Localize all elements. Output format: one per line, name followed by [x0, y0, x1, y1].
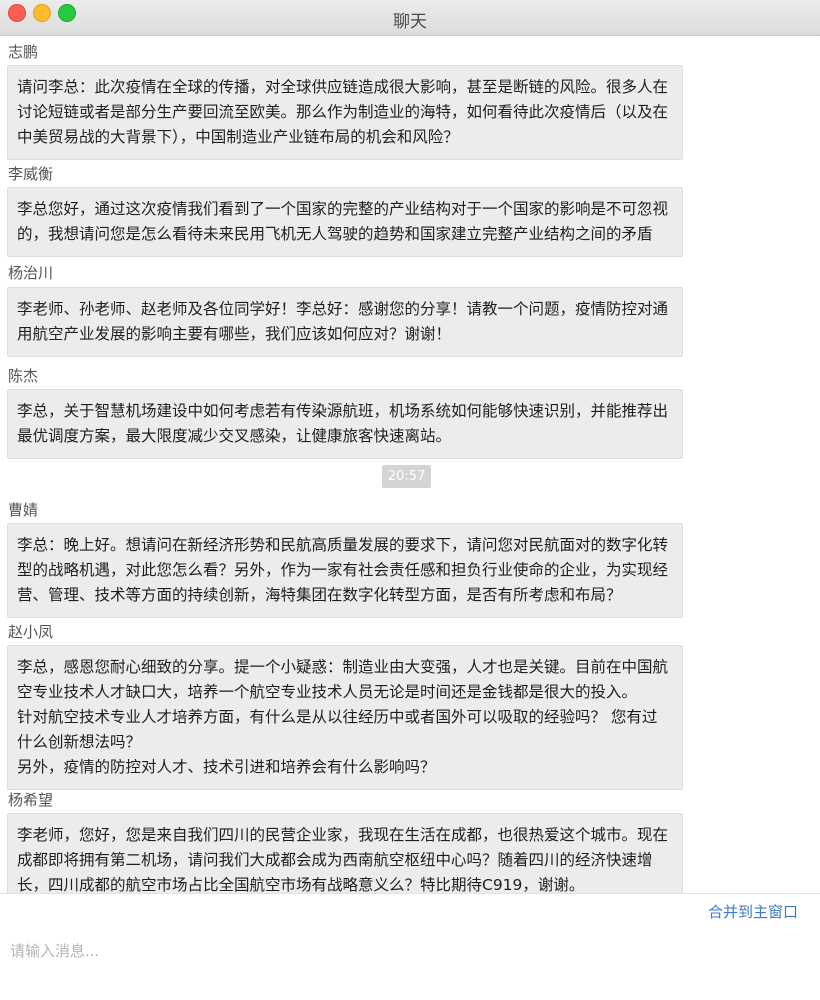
message-sender: 杨希望 [8, 791, 54, 809]
composer-divider [0, 893, 820, 894]
window-title: 聊天 [393, 12, 427, 32]
message-sender: 杨治川 [8, 264, 54, 282]
message-sender: 曹婧 [8, 501, 39, 519]
window-titlebar: 聊天 [0, 0, 820, 36]
chat-message-list[interactable]: 志鹏 请问李总：此次疫情在全球的传播，对全球供应链造成很大影响，甚至是断链的风险… [0, 37, 820, 893]
message-input[interactable] [8, 936, 802, 966]
message-sender: 陈杰 [8, 367, 39, 385]
message-bubble: 李老师、孙老师、赵老师及各位同学好！李总好：感谢您的分享！请教一个问题，疫情防控… [7, 287, 683, 357]
message-bubble: 李老师，您好，您是来自我们四川的民营企业家，我现在生活在成都，也很热爱这个城市。… [7, 813, 683, 893]
merge-to-main-window-link[interactable]: 合并到主窗口 [708, 901, 798, 922]
message-sender: 志鹏 [8, 43, 39, 61]
message-sender: 李威衡 [8, 165, 54, 183]
message-bubble: 李总您好，通过这次疫情我们看到了一个国家的完整的产业结构对于一个国家的影响是不可… [7, 187, 683, 257]
message-bubble: 请问李总：此次疫情在全球的传播，对全球供应链造成很大影响，甚至是断链的风险。很多… [7, 65, 683, 160]
message-sender: 赵小凤 [8, 623, 54, 641]
message-timestamp: 20:57 [382, 465, 431, 488]
message-bubble: 李总，关于智慧机场建设中如何考虑若有传染源航班，机场系统如何能够快速识别，并能推… [7, 389, 683, 459]
message-bubble: 李总，感恩您耐心细致的分享。提一个小疑惑：制造业由大变强，人才也是关键。目前在中… [7, 645, 683, 790]
message-bubble: 李总：晚上好。想请问在新经济形势和民航高质量发展的要求下，请问您对民航面对的数字… [7, 523, 683, 618]
